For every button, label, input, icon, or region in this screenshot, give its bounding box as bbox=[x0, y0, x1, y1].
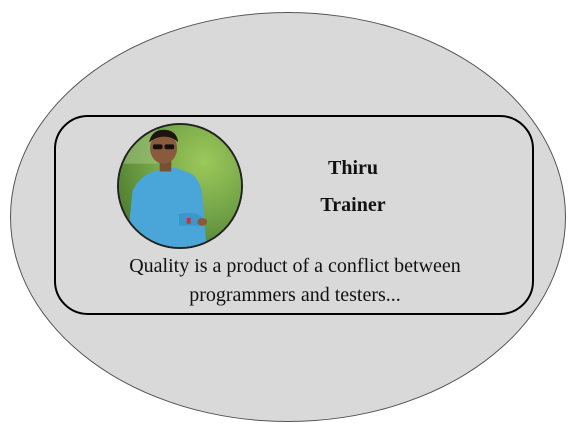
quote-line-2: programmers and testers... bbox=[189, 284, 401, 306]
profile-role: Trainer bbox=[320, 194, 386, 216]
avatar bbox=[117, 123, 243, 249]
profile-quote: Quality is a product of a conflict betwe… bbox=[70, 252, 520, 310]
quote-line-1: Quality is a product of a conflict betwe… bbox=[129, 255, 461, 277]
avatar-photo bbox=[119, 125, 241, 247]
profile-name: Thiru bbox=[327, 157, 379, 179]
